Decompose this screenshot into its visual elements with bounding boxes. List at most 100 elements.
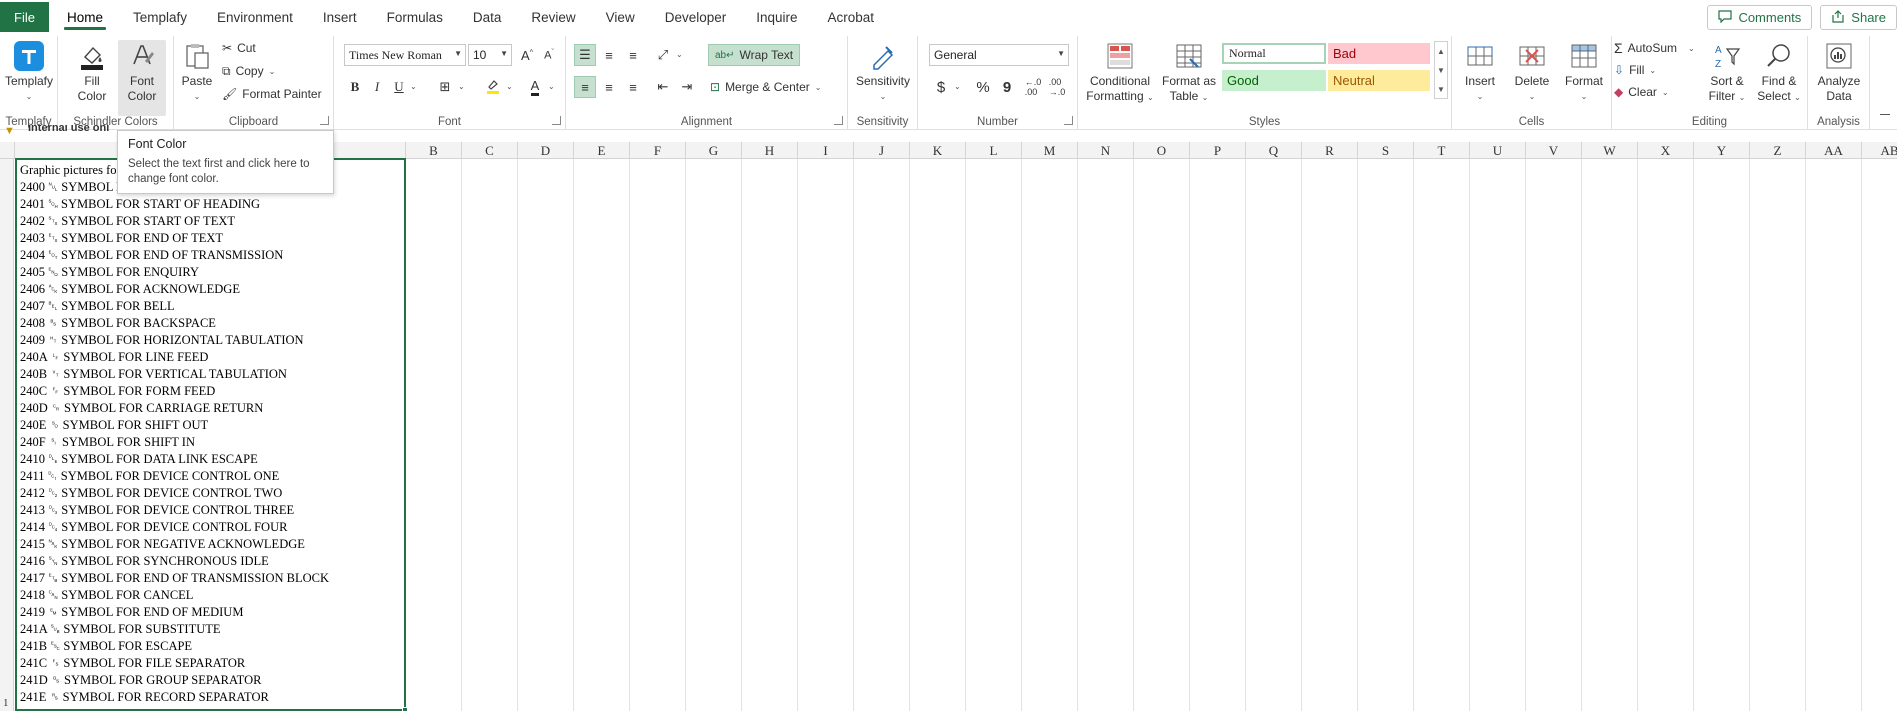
alignment-launcher-icon[interactable] bbox=[834, 116, 843, 125]
style-bad[interactable]: Bad bbox=[1328, 43, 1430, 64]
styles-scroll[interactable]: ▲ ▼ ▼ bbox=[1434, 41, 1448, 99]
sensitivity-button[interactable]: Sensitivity ⌄ bbox=[852, 40, 914, 104]
column-header-m[interactable]: M bbox=[1022, 142, 1078, 159]
align-bottom-button[interactable]: ≡ bbox=[622, 44, 644, 66]
cut-button[interactable]: ✂ Cut bbox=[222, 38, 256, 58]
column-header-c[interactable]: C bbox=[462, 142, 518, 159]
style-neutral[interactable]: Neutral bbox=[1328, 70, 1430, 91]
chevron-down-icon[interactable]: ⌄ bbox=[954, 82, 961, 91]
borders-button[interactable]: ⊞ bbox=[434, 76, 456, 98]
find-select-button[interactable]: Find & Select ⌄ bbox=[1754, 40, 1804, 105]
italic-button[interactable]: I bbox=[366, 76, 388, 98]
chevron-down-icon[interactable]: ⌄ bbox=[410, 82, 417, 91]
column-header-j[interactable]: J bbox=[854, 142, 910, 159]
chevron-down-icon[interactable]: ⌄ bbox=[676, 50, 683, 59]
style-normal[interactable]: Normal bbox=[1222, 43, 1326, 64]
bold-button[interactable]: B bbox=[344, 76, 366, 98]
column-header-o[interactable]: O bbox=[1134, 142, 1190, 159]
font-launcher-icon[interactable] bbox=[552, 116, 561, 125]
decrease-decimal-button[interactable]: .00 →.0 bbox=[1046, 76, 1068, 98]
align-middle-button[interactable]: ≡ bbox=[598, 44, 620, 66]
clipboard-launcher-icon[interactable] bbox=[320, 116, 329, 125]
column-header-v[interactable]: V bbox=[1526, 142, 1582, 159]
more-styles-icon[interactable]: ▼ bbox=[1435, 80, 1447, 99]
column-header-r[interactable]: R bbox=[1302, 142, 1358, 159]
collapse-ribbon-icon[interactable] bbox=[1880, 114, 1890, 115]
increase-font-size-button[interactable]: A^ bbox=[516, 44, 538, 66]
column-header-e[interactable]: E bbox=[574, 142, 630, 159]
align-right-button[interactable]: ≡ bbox=[622, 76, 644, 98]
column-header-q[interactable]: Q bbox=[1246, 142, 1302, 159]
number-format-select[interactable]: General ▼ bbox=[929, 44, 1069, 66]
tab-acrobat[interactable]: Acrobat bbox=[813, 2, 890, 32]
chevron-down-icon[interactable]: ⌄ bbox=[506, 82, 513, 91]
column-header-aa[interactable]: AA bbox=[1806, 142, 1862, 159]
column-header-h[interactable]: H bbox=[742, 142, 798, 159]
column-header-g[interactable]: G bbox=[686, 142, 742, 159]
tab-inquire[interactable]: Inquire bbox=[741, 2, 812, 32]
chevron-down-icon[interactable]: ⌄ bbox=[458, 82, 465, 91]
paste-button[interactable]: Paste ⌄ bbox=[178, 40, 216, 104]
column-header-b[interactable]: B bbox=[406, 142, 462, 159]
tab-insert[interactable]: Insert bbox=[308, 2, 372, 32]
orientation-button[interactable]: ⤢ bbox=[652, 44, 674, 66]
format-cells-button[interactable]: Format ⌄ bbox=[1560, 40, 1608, 104]
tab-file[interactable]: File bbox=[0, 2, 49, 32]
column-header-f[interactable]: F bbox=[630, 142, 686, 159]
tab-environment[interactable]: Environment bbox=[202, 2, 308, 32]
row-number[interactable]: 1 bbox=[3, 697, 9, 709]
column-header-d[interactable]: D bbox=[518, 142, 574, 159]
tab-formulas[interactable]: Formulas bbox=[372, 2, 458, 32]
conditional-formatting-button[interactable]: Conditional Formatting ⌄ bbox=[1084, 40, 1156, 105]
column-header-y[interactable]: Y bbox=[1694, 142, 1750, 159]
style-good[interactable]: Good bbox=[1222, 70, 1326, 91]
tab-home[interactable]: Home bbox=[52, 2, 118, 32]
underline-button[interactable]: U bbox=[388, 76, 410, 98]
merge-center-button[interactable]: ⊡ Merge & Center ⌄ bbox=[710, 77, 821, 97]
column-header-p[interactable]: P bbox=[1190, 142, 1246, 159]
increase-indent-button[interactable]: ⇥ bbox=[676, 76, 698, 98]
chevron-down-icon[interactable]: ⌄ bbox=[548, 82, 555, 91]
font-name-select[interactable]: Times New Roman ▼ bbox=[344, 44, 466, 66]
clear-button[interactable]: ◆ Clear ⌄ bbox=[1614, 82, 1669, 102]
share-button[interactable]: Share bbox=[1820, 5, 1897, 30]
insert-cells-button[interactable]: Insert ⌄ bbox=[1456, 40, 1504, 104]
column-header-s[interactable]: S bbox=[1358, 142, 1414, 159]
delete-cells-button[interactable]: Delete ⌄ bbox=[1508, 40, 1556, 104]
column-header-w[interactable]: W bbox=[1582, 142, 1638, 159]
fill-button[interactable]: ⇩ Fill ⌄ bbox=[1614, 60, 1656, 80]
increase-decimal-button[interactable]: ←.0.00 bbox=[1022, 76, 1044, 98]
align-top-button[interactable]: ☰ bbox=[574, 44, 596, 66]
select-all-corner[interactable] bbox=[0, 142, 15, 159]
templafy-button[interactable]: Templafy ⌄ bbox=[2, 40, 56, 104]
chevron-up-icon[interactable]: ▲ bbox=[1435, 42, 1447, 61]
column-header-n[interactable]: N bbox=[1078, 142, 1134, 159]
tab-data[interactable]: Data bbox=[458, 2, 517, 32]
sort-filter-button[interactable]: AZ Sort & Filter ⌄ bbox=[1702, 40, 1752, 105]
column-header-i[interactable]: I bbox=[798, 142, 854, 159]
wrap-text-button[interactable]: ab↵ Wrap Text bbox=[708, 44, 801, 66]
currency-button[interactable]: $ bbox=[930, 76, 952, 98]
format-painter-button[interactable]: 🖌 Format Painter bbox=[222, 84, 322, 104]
decrease-indent-button[interactable]: ⇤ bbox=[652, 76, 674, 98]
align-left-button[interactable]: ≡ bbox=[574, 76, 596, 98]
decrease-font-size-button[interactable]: Aˇ bbox=[538, 44, 560, 66]
column-header-u[interactable]: U bbox=[1470, 142, 1526, 159]
font-size-select[interactable]: 10 ▼ bbox=[468, 44, 512, 66]
chevron-down-icon[interactable]: ▼ bbox=[1435, 61, 1447, 80]
tab-developer[interactable]: Developer bbox=[650, 2, 742, 32]
tab-templafy[interactable]: Templafy bbox=[118, 2, 202, 32]
highlight-button[interactable] bbox=[482, 76, 504, 98]
autosum-button[interactable]: Σ AutoSum ⌄ bbox=[1614, 38, 1695, 58]
analyze-data-button[interactable]: Analyze Data bbox=[1812, 40, 1866, 104]
font-color-button[interactable]: Font Color bbox=[118, 40, 166, 116]
tab-view[interactable]: View bbox=[591, 2, 650, 32]
column-header-t[interactable]: T bbox=[1414, 142, 1470, 159]
copy-button[interactable]: ⧉ Copy ⌄ bbox=[222, 61, 275, 81]
tab-review[interactable]: Review bbox=[516, 2, 590, 32]
comma-style-button[interactable]: 9 bbox=[996, 76, 1018, 98]
percent-button[interactable]: % bbox=[972, 76, 994, 98]
number-launcher-icon[interactable] bbox=[1064, 116, 1073, 125]
fill-color-button[interactable]: Fill Color bbox=[70, 40, 114, 104]
fill-handle[interactable] bbox=[402, 707, 408, 711]
